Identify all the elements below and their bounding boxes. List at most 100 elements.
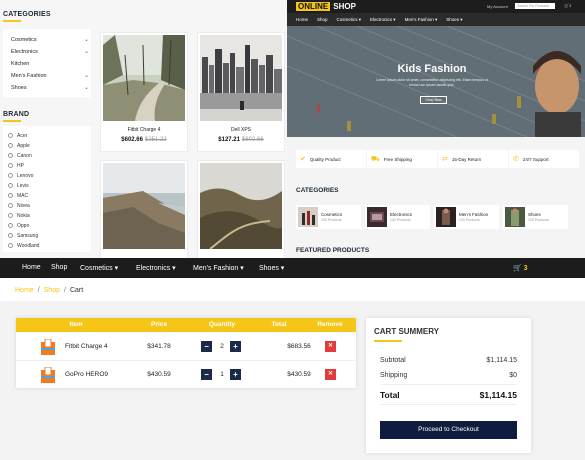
product-name[interactable]: Dell XPS bbox=[198, 127, 284, 133]
nav-home[interactable]: Home bbox=[22, 264, 41, 271]
cart-icon: 🛒 bbox=[513, 265, 522, 272]
category-thumbnail bbox=[505, 207, 525, 227]
product-price: $602.66 $251.22 bbox=[121, 137, 167, 143]
header-quantity: Quantity bbox=[208, 321, 236, 328]
hero-subtitle: Lorem ipsum dolor sit amet, consectetur … bbox=[376, 78, 488, 87]
brand-item[interactable]: Canon bbox=[8, 151, 32, 160]
brand-item[interactable]: Apple bbox=[8, 141, 30, 150]
brand-checkbox[interactable] bbox=[8, 143, 13, 148]
total-row: Total $1,114.15 bbox=[380, 390, 517, 400]
brand-checkbox[interactable] bbox=[8, 183, 13, 188]
category-item[interactable]: Cosmetics ⌄ bbox=[11, 34, 89, 45]
nav-cosmetics[interactable]: Cosmetics ▾ bbox=[337, 17, 362, 23]
brand-item[interactable]: Oppo bbox=[8, 221, 29, 230]
brand-checkbox[interactable] bbox=[8, 153, 13, 158]
product-image bbox=[200, 35, 282, 121]
my-account-link[interactable]: My Account bbox=[487, 4, 508, 9]
brand-checkbox[interactable] bbox=[8, 203, 13, 208]
main-nav: Home Shop Cosmetics ▾ Electronics ▾ Men'… bbox=[0, 258, 585, 278]
category-thumbnail bbox=[436, 207, 456, 227]
cart-item-name[interactable]: GoPro HERO9 bbox=[65, 371, 108, 378]
category-item[interactable]: Men's Fashion ⌄ bbox=[11, 70, 89, 81]
category-card-cosmetics[interactable]: Cosmetics 100 Products bbox=[296, 205, 361, 229]
cart-count: 3 bbox=[523, 265, 528, 272]
product-image bbox=[103, 163, 185, 249]
check-icon: ✔ bbox=[300, 156, 306, 163]
category-item[interactable]: Shoes ⌄ bbox=[11, 82, 89, 93]
brand-checkbox[interactable] bbox=[8, 133, 13, 138]
nav-shop[interactable]: Shop bbox=[317, 17, 328, 22]
title-underline bbox=[374, 340, 402, 342]
brand-item[interactable]: HP bbox=[8, 161, 24, 170]
nav-shoes[interactable]: Shoes ▾ bbox=[446, 17, 462, 23]
brand-checkbox[interactable] bbox=[8, 243, 13, 248]
cart-item-name[interactable]: Fitbit Charge 4 bbox=[65, 343, 108, 350]
brand-item[interactable]: Samsung bbox=[8, 231, 38, 240]
brand-item[interactable]: Acer bbox=[8, 131, 27, 140]
nav-electronics[interactable]: Electronics ▾ bbox=[136, 264, 176, 272]
brand-list: Acer Apple Canon HP Lenovo Levis MAC Niv… bbox=[3, 126, 91, 252]
brand-item[interactable]: MAC bbox=[8, 191, 28, 200]
shop-listing-panel: CATEGORIES Cosmetics ⌄ Electronics ⌄ Kitch… bbox=[0, 0, 287, 258]
decrease-quantity-button[interactable]: − bbox=[201, 369, 212, 380]
category-item[interactable]: Kitchen bbox=[11, 58, 89, 69]
proceed-to-checkout-button[interactable]: Proceed to Checkout bbox=[380, 421, 517, 439]
cart-icon[interactable]: 🛒3 bbox=[564, 3, 571, 8]
brand-checkbox[interactable] bbox=[8, 173, 13, 178]
breadcrumb-shop[interactable]: Shop bbox=[44, 287, 60, 294]
category-card-electronics[interactable]: Electronics 100 Products bbox=[365, 205, 430, 229]
product-card[interactable]: Dell XPS $127.21 $602.66 bbox=[197, 32, 285, 152]
shop-now-button[interactable]: Shop Now bbox=[420, 96, 447, 104]
hero-banner: Kids Fashion Lorem ipsum dolor sit amet,… bbox=[287, 26, 585, 137]
logo[interactable]: ONLINE SHOP bbox=[296, 2, 356, 11]
brand-checkbox[interactable] bbox=[8, 233, 13, 238]
nav-electronics[interactable]: Electronics ▾ bbox=[370, 17, 396, 23]
nav-mens-fashion[interactable]: Men's Fashion ▾ bbox=[193, 264, 244, 272]
brand-checkbox[interactable] bbox=[8, 193, 13, 198]
product-card[interactable] bbox=[197, 160, 285, 258]
decrease-quantity-button[interactable]: − bbox=[201, 341, 212, 352]
phone-icon: ✆ bbox=[513, 156, 519, 163]
nav-cosmetics[interactable]: Cosmetics ▾ bbox=[80, 264, 118, 272]
chevron-down-icon: ⌄ bbox=[83, 49, 89, 55]
quantity-value[interactable]: 1 bbox=[216, 371, 228, 378]
quantity-value[interactable]: 2 bbox=[216, 343, 228, 350]
product-card[interactable]: Fitbit Charge 4 $602.66 $251.22 bbox=[100, 32, 188, 152]
old-price: $251.22 bbox=[145, 137, 167, 143]
brand-checkbox[interactable] bbox=[8, 163, 13, 168]
feature-quality: ✔ Quality Product bbox=[296, 150, 366, 168]
cart-item-price: $341.78 bbox=[147, 343, 171, 350]
cart-button[interactable]: 🛒 3 bbox=[513, 264, 528, 272]
category-item[interactable]: Electronics ⌄ bbox=[11, 46, 89, 57]
cart-table-header: Item Price Quantity Total Remove bbox=[16, 318, 356, 332]
brand-item[interactable]: Nivea bbox=[8, 201, 30, 210]
category-card-shoes[interactable]: Shoes 100 Products bbox=[503, 205, 568, 229]
brand-item[interactable]: Woodland bbox=[8, 241, 39, 250]
nav-shoes[interactable]: Shoes ▾ bbox=[259, 264, 284, 272]
brand-item[interactable]: Levis bbox=[8, 181, 29, 190]
brand-checkbox[interactable] bbox=[8, 223, 13, 228]
brand-item[interactable]: Nokia bbox=[8, 211, 30, 220]
remove-button[interactable]: ✕ bbox=[325, 341, 336, 352]
product-card[interactable] bbox=[100, 160, 188, 258]
increase-quantity-button[interactable]: + bbox=[230, 341, 241, 352]
summary-title: CART SUMMERY bbox=[374, 327, 440, 336]
brand-item[interactable]: Lenovo bbox=[8, 171, 33, 180]
category-list: Cosmetics ⌄ Electronics ⌄ Kitchen Men's Fa… bbox=[3, 29, 91, 97]
category-card-mens-fashion[interactable]: Men's Fashion 100 Products bbox=[434, 205, 499, 229]
increase-quantity-button[interactable]: + bbox=[230, 369, 241, 380]
search-input[interactable]: Search For Products bbox=[515, 3, 555, 9]
nav-home[interactable]: Home bbox=[296, 17, 308, 22]
nav-mens-fashion[interactable]: Men's Fashion ▾ bbox=[405, 17, 438, 23]
remove-button[interactable]: ✕ bbox=[325, 369, 336, 380]
breadcrumb-home[interactable]: Home bbox=[15, 287, 34, 294]
categories-title: CATEGORIES bbox=[3, 11, 51, 18]
product-name[interactable]: Fitbit Charge 4 bbox=[101, 127, 187, 133]
brand-checkbox[interactable] bbox=[8, 213, 13, 218]
exchange-icon: ⇄ bbox=[442, 156, 448, 163]
nav-shop[interactable]: Shop bbox=[51, 264, 67, 271]
shipping-value: $0 bbox=[509, 372, 517, 379]
breadcrumb: Home / Shop / Cart bbox=[15, 287, 84, 294]
subtotal-row: Subtotal $1,114.15 bbox=[380, 357, 517, 364]
categories-heading: CATEGORIES bbox=[296, 187, 339, 194]
